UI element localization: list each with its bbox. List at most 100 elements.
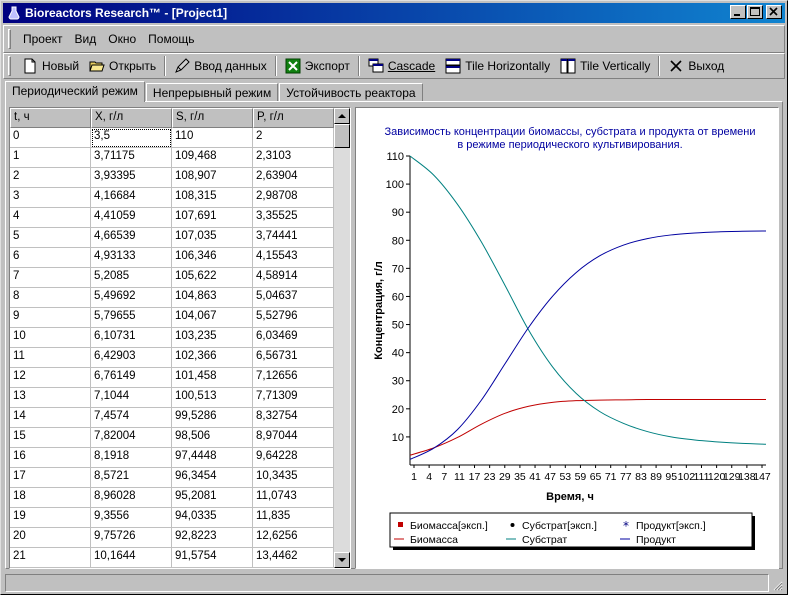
table-cell[interactable]: 91,5754 bbox=[172, 548, 253, 568]
table-cell[interactable]: 6,56731 bbox=[253, 348, 334, 368]
table-cell[interactable]: 3,93395 bbox=[91, 168, 172, 188]
table-cell[interactable]: 92,8223 bbox=[172, 528, 253, 548]
table-cell[interactable]: 4,15543 bbox=[253, 248, 334, 268]
table-cell[interactable]: 8,1918 bbox=[91, 448, 172, 468]
table-cell[interactable]: 11,835 bbox=[253, 508, 334, 528]
maximize-button[interactable] bbox=[747, 5, 763, 19]
table-cell[interactable]: 5,2085 bbox=[91, 268, 172, 288]
table-cell[interactable]: 107,035 bbox=[172, 228, 253, 248]
resize-grip[interactable] bbox=[771, 579, 783, 591]
table-cell[interactable]: 19 bbox=[10, 508, 91, 528]
new-button[interactable]: Новый bbox=[17, 55, 84, 77]
table-cell[interactable]: 11 bbox=[10, 348, 91, 368]
menu-window[interactable]: Окно bbox=[102, 29, 142, 49]
table-cell[interactable]: 4,58914 bbox=[253, 268, 334, 288]
open-button[interactable]: Открыть bbox=[84, 55, 161, 77]
table-cell[interactable]: 4,66539 bbox=[91, 228, 172, 248]
table-cell[interactable]: 3,5 bbox=[91, 128, 172, 148]
table-cell[interactable]: 6,42903 bbox=[91, 348, 172, 368]
table-cell[interactable]: 106,346 bbox=[172, 248, 253, 268]
tab-continuous-mode[interactable]: Непрерывный режим bbox=[145, 83, 279, 101]
table-cell[interactable]: 5,52796 bbox=[253, 308, 334, 328]
table-cell[interactable]: 10,3435 bbox=[253, 468, 334, 488]
table-cell[interactable]: 8 bbox=[10, 288, 91, 308]
minimize-button[interactable] bbox=[730, 5, 746, 19]
table-cell[interactable]: 97,4448 bbox=[172, 448, 253, 468]
table-cell[interactable]: 9,3556 bbox=[91, 508, 172, 528]
table-cell[interactable]: 9 bbox=[10, 308, 91, 328]
table-cell[interactable]: 7,1044 bbox=[91, 388, 172, 408]
table-cell[interactable]: 109,468 bbox=[172, 148, 253, 168]
table-cell[interactable]: 2,98708 bbox=[253, 188, 334, 208]
table-cell[interactable]: 4 bbox=[10, 208, 91, 228]
table-cell[interactable]: 7,82004 bbox=[91, 428, 172, 448]
table-cell[interactable]: 94,0335 bbox=[172, 508, 253, 528]
table-cell[interactable]: 3,35525 bbox=[253, 208, 334, 228]
table-cell[interactable]: 6,76149 bbox=[91, 368, 172, 388]
table-cell[interactable]: 15 bbox=[10, 428, 91, 448]
table-cell[interactable]: 6 bbox=[10, 248, 91, 268]
table-cell[interactable]: 7,71309 bbox=[253, 388, 334, 408]
tab-reactor-stability[interactable]: Устойчивость реактора bbox=[279, 83, 423, 101]
table-cell[interactable]: 100,513 bbox=[172, 388, 253, 408]
table-cell[interactable]: 2,3103 bbox=[253, 148, 334, 168]
table-cell[interactable]: 12,6256 bbox=[253, 528, 334, 548]
menu-view[interactable]: Вид bbox=[69, 29, 103, 49]
table-cell[interactable]: 6,10731 bbox=[91, 328, 172, 348]
table-cell[interactable]: 11,0743 bbox=[253, 488, 334, 508]
data-input-button[interactable]: Ввод данных bbox=[169, 55, 272, 77]
table-cell[interactable]: 104,863 bbox=[172, 288, 253, 308]
table-cell[interactable]: 2 bbox=[253, 128, 334, 148]
table-cell[interactable]: 4,16684 bbox=[91, 188, 172, 208]
table-cell[interactable]: 10 bbox=[10, 328, 91, 348]
table-cell[interactable]: 20 bbox=[10, 528, 91, 548]
table-cell[interactable]: 13,4462 bbox=[253, 548, 334, 568]
table-cell[interactable]: 18 bbox=[10, 488, 91, 508]
table-cell[interactable]: 1 bbox=[10, 148, 91, 168]
table-cell[interactable]: 8,96028 bbox=[91, 488, 172, 508]
title-bar[interactable]: Bioreactors Research™ - [Project1] bbox=[3, 3, 785, 23]
table-cell[interactable]: 5 bbox=[10, 228, 91, 248]
scroll-up-button[interactable] bbox=[334, 108, 350, 124]
table-cell[interactable]: 105,622 bbox=[172, 268, 253, 288]
close-button[interactable] bbox=[766, 5, 782, 19]
menu-grip[interactable] bbox=[8, 29, 11, 49]
table-cell[interactable]: 6,03469 bbox=[253, 328, 334, 348]
table-cell[interactable]: 21 bbox=[10, 548, 91, 568]
table-cell[interactable]: 108,315 bbox=[172, 188, 253, 208]
table-cell[interactable]: 2 bbox=[10, 168, 91, 188]
table-cell[interactable]: 9,75726 bbox=[91, 528, 172, 548]
data-grid[interactable]: t, ч X, г/л S, г/л P, г/л 0 3,5 110 2 1 3,711… bbox=[9, 107, 351, 569]
table-cell[interactable]: 108,907 bbox=[172, 168, 253, 188]
table-cell[interactable]: 4,41059 bbox=[91, 208, 172, 228]
table-cell[interactable]: 8,5721 bbox=[91, 468, 172, 488]
table-cell[interactable]: 16 bbox=[10, 448, 91, 468]
table-cell[interactable]: 7,4574 bbox=[91, 408, 172, 428]
table-cell[interactable]: 14 bbox=[10, 408, 91, 428]
table-cell[interactable]: 5,49692 bbox=[91, 288, 172, 308]
table-cell[interactable]: 8,32754 bbox=[253, 408, 334, 428]
scroll-thumb[interactable] bbox=[334, 124, 350, 148]
table-cell[interactable]: 0 bbox=[10, 128, 91, 148]
table-cell[interactable]: 96,3454 bbox=[172, 468, 253, 488]
table-cell[interactable]: 17 bbox=[10, 468, 91, 488]
table-cell[interactable]: 5,04637 bbox=[253, 288, 334, 308]
table-cell[interactable]: 95,2081 bbox=[172, 488, 253, 508]
tab-batch-mode[interactable]: Периодический режим bbox=[5, 81, 145, 102]
table-cell[interactable]: 3,71175 bbox=[91, 148, 172, 168]
table-cell[interactable]: 101,458 bbox=[172, 368, 253, 388]
table-cell[interactable]: 3 bbox=[10, 188, 91, 208]
exit-button[interactable]: Выход bbox=[663, 55, 729, 77]
column-header-p[interactable]: P, г/л bbox=[253, 108, 334, 128]
menu-project[interactable]: Проект bbox=[17, 29, 69, 49]
column-header-s[interactable]: S, г/л bbox=[172, 108, 253, 128]
table-cell[interactable]: 103,235 bbox=[172, 328, 253, 348]
table-cell[interactable]: 99,5286 bbox=[172, 408, 253, 428]
toolbar-grip[interactable] bbox=[8, 56, 11, 76]
table-cell[interactable]: 9,64228 bbox=[253, 448, 334, 468]
table-cell[interactable]: 13 bbox=[10, 388, 91, 408]
vertical-scrollbar[interactable] bbox=[334, 108, 350, 568]
table-cell[interactable]: 104,067 bbox=[172, 308, 253, 328]
table-cell[interactable]: 98,506 bbox=[172, 428, 253, 448]
table-cell[interactable]: 4,93133 bbox=[91, 248, 172, 268]
